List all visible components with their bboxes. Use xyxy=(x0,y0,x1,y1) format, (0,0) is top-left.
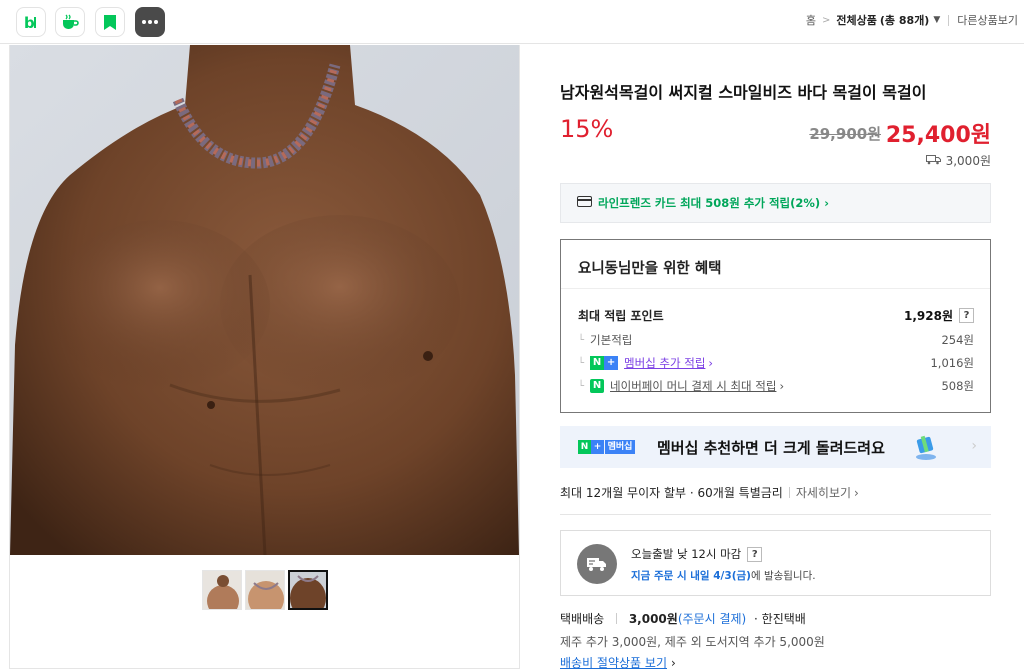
chevron-right-icon: › xyxy=(708,356,714,370)
chevron-right-icon: › xyxy=(854,485,859,500)
installment-divider xyxy=(788,487,790,498)
shipping-saving-link[interactable]: 배송비 절약상품 보기 › xyxy=(560,654,676,669)
shipping-method: 택배배송 xyxy=(560,612,605,626)
thumbnail-1[interactable] xyxy=(202,570,242,610)
other-products-link[interactable]: 다른상품보기 xyxy=(957,12,1018,28)
membership-points-link[interactable]: 멤버십 추가 적립 xyxy=(624,355,705,371)
shipping-fee-note: (주문시 결제) xyxy=(677,612,747,626)
shipping-extra-fee: 제주 추가 3,000원, 제주 외 도서지역 추가 5,000원 xyxy=(560,635,825,649)
cafe-icon[interactable] xyxy=(55,7,85,37)
card-promo-banner[interactable]: 라인프렌즈 카드 최대 508원 추가 적립(2%) › xyxy=(560,183,991,223)
sale-price: 25,400원 xyxy=(885,123,991,148)
benefit-title: 요니동님만을 위한 혜택 xyxy=(578,261,722,277)
membership-recommend-banner[interactable]: N + 멤버십 멤버십 추천하면 더 크게 돌려드려요 › xyxy=(560,426,991,468)
naverpay-points-link[interactable]: 네이버페이 머니 결제 시 최대 적립 xyxy=(610,378,776,394)
section-divider xyxy=(560,514,991,515)
product-main-image xyxy=(10,45,519,555)
product-title: 남자원석목걸이 써지컬 스마일비즈 바다 목걸이 목걸이 xyxy=(560,83,927,102)
product-image-panel xyxy=(9,45,520,669)
caret-down-icon[interactable]: ▼ xyxy=(933,15,940,25)
basic-points-label: 기본적립 xyxy=(590,333,633,347)
shipping-carrier: · 한진택배 xyxy=(754,612,806,626)
breadcrumb-category[interactable]: 전체상품 xyxy=(836,12,876,28)
bookmark-icon[interactable] xyxy=(95,7,125,37)
max-points-value: 1,928원 xyxy=(904,309,953,323)
shipping-saving-link-text: 배송비 절약상품 보기 xyxy=(560,656,667,669)
basic-points-row: └ 기본적립 254원 xyxy=(578,332,974,348)
breadcrumb-count: (총 88개) xyxy=(879,14,930,27)
top-bar: b 홈 > 전체상품 (총 88개) ▼ 다른상품보기 xyxy=(0,0,1024,44)
help-icon[interactable]: ? xyxy=(959,308,974,323)
breadcrumb-separator: > xyxy=(822,14,831,26)
membership-points-row: └ N + 멤버십 추가 적립 › 1,016원 xyxy=(578,355,974,371)
tree-connector: └ xyxy=(578,357,585,369)
benefit-divider xyxy=(561,288,990,289)
naverpay-points-row: └ N 네이버페이 머니 결제 시 최대 적립 › 508원 xyxy=(578,378,974,394)
benefit-box: 요니동님만을 위한 혜택 최대 적립 포인트 1,928원 ? └ 기본적립 2… xyxy=(560,239,991,413)
thumbnail-3[interactable] xyxy=(288,570,328,610)
installment-detail-link[interactable]: 자세히보기 xyxy=(796,484,851,501)
shipping-method-row: 택배배송 3,000원(주문시 결제) · 한진택배 xyxy=(560,610,806,627)
more-icon[interactable] xyxy=(135,7,165,37)
shipping-fee-value: 3,000원 xyxy=(945,154,991,168)
blog-icon[interactable]: b xyxy=(16,7,46,37)
naverpay-icon: N xyxy=(590,379,605,393)
membership-badge: N + 멤버십 xyxy=(578,440,635,454)
delivery-cutoff: 오늘출발 낮 12시 마감 ? xyxy=(631,546,763,562)
membership-points-value: 1,016원 xyxy=(930,356,974,370)
naver-plus-membership-icon: N + xyxy=(590,356,619,370)
breadcrumb: 홈 > 전체상품 (총 88개) ▼ 다른상품보기 xyxy=(806,12,1018,28)
tree-connector: └ xyxy=(578,380,585,392)
max-points-label: 최대 적립 포인트 xyxy=(578,309,664,323)
banner-text: 멤버십 추천하면 더 크게 돌려드려요 xyxy=(657,438,885,457)
discount-rate: 15% xyxy=(560,115,614,143)
svg-text:b: b xyxy=(24,14,35,31)
max-points-row: 최대 적립 포인트 1,928원 ? xyxy=(578,307,974,324)
shipping-divider xyxy=(616,613,617,624)
chevron-right-icon: › xyxy=(824,196,829,210)
delivery-truck-icon xyxy=(577,544,617,584)
chevron-right-icon: › xyxy=(671,656,676,669)
delivery-cutoff-text: 오늘출발 낮 12시 마감 xyxy=(631,547,742,561)
shipping-fee-summary: 3,000원 xyxy=(925,152,991,169)
today-delivery-box: 오늘출발 낮 12시 마감 ? 지금 주문 시 내일 4/3(금)에 발송됩니다… xyxy=(560,530,991,596)
card-promo-text: 라인프렌즈 카드 최대 508원 추가 적립(2%) xyxy=(598,196,821,210)
shipping-fee: 3,000원 xyxy=(628,612,678,626)
credit-card-icon xyxy=(577,196,592,210)
breadcrumb-home[interactable]: 홈 xyxy=(806,12,816,28)
basic-points-value: 254원 xyxy=(941,333,974,347)
help-icon[interactable]: ? xyxy=(747,546,763,562)
installment-info: 최대 12개월 무이자 할부 · 60개월 특별금리 자세히보기 › xyxy=(560,484,859,501)
chevron-right-icon: › xyxy=(779,379,785,393)
tree-connector: └ xyxy=(578,334,585,346)
truck-icon xyxy=(925,154,941,168)
delivery-notice-rest: 에 발송됩니다. xyxy=(750,570,816,582)
delivery-date: 지금 주문 시 내일 4/3(금) xyxy=(631,570,751,582)
breadcrumb-divider xyxy=(948,14,950,26)
delivery-notice: 지금 주문 시 내일 4/3(금)에 발송됩니다. xyxy=(631,568,816,583)
installment-text: 최대 12개월 무이자 할부 · 60개월 특별금리 xyxy=(560,486,783,500)
original-price: 29,900원 xyxy=(809,125,881,143)
thumbnail-list xyxy=(202,570,328,610)
gift-illustration-icon xyxy=(911,432,941,465)
thumbnail-2[interactable] xyxy=(245,570,285,610)
naverpay-points-value: 508원 xyxy=(941,379,974,393)
chevron-right-icon: › xyxy=(971,438,977,454)
